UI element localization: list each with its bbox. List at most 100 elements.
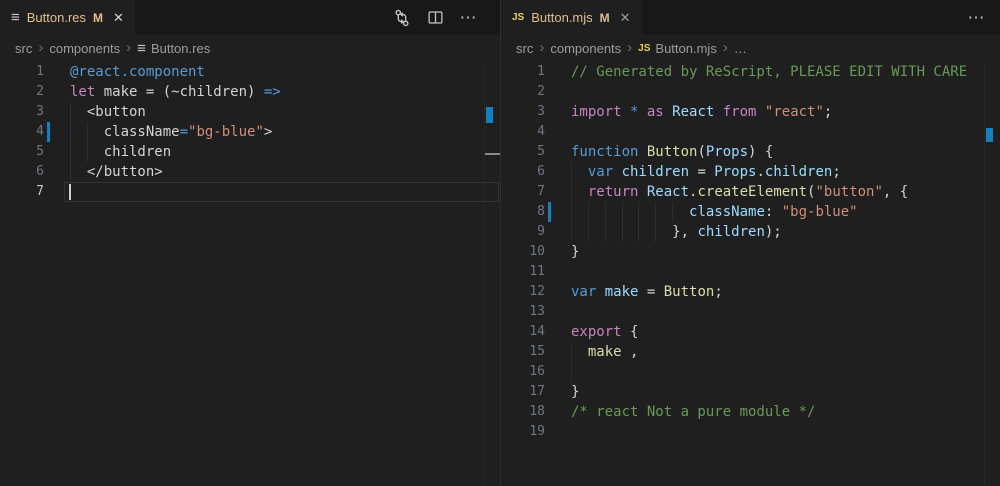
tab-button-res[interactable]: ≡ Button.res M ✕ — [0, 0, 135, 35]
code-line[interactable]: 5 children — [0, 142, 500, 162]
line-number: 6 — [0, 162, 44, 182]
line-number: 4 — [0, 122, 44, 142]
code-line[interactable]: 9 }, children); — [501, 222, 1000, 242]
code-line[interactable]: 12var make = Button; — [501, 282, 1000, 302]
code-line[interactable]: 16 — [501, 362, 1000, 382]
code-line-content: /* react Not a pure module */ — [571, 402, 815, 422]
code-line-content: function Button(Props) { — [571, 142, 773, 162]
tab-bar-right: JS Button.mjs M ✕ ⋯ — [501, 0, 1000, 35]
code-line[interactable]: 10} — [501, 242, 1000, 262]
code-token: ; — [832, 164, 840, 180]
close-icon[interactable]: ✕ — [620, 11, 631, 24]
line-number: 10 — [501, 242, 545, 262]
tab-button-mjs[interactable]: JS Button.mjs M ✕ — [501, 0, 642, 35]
code-line[interactable]: 14export { — [501, 322, 1000, 342]
code-token: { — [630, 324, 638, 340]
open-changes-icon[interactable] — [392, 8, 412, 28]
code-line-content: className="bg-blue"> — [70, 122, 272, 142]
code-line[interactable]: 3import * as React from "react"; — [501, 102, 1000, 122]
code-token: = — [697, 164, 714, 180]
code-line[interactable]: 7 return React.createElement("button", { — [501, 182, 1000, 202]
breadcrumb-item-components[interactable]: components — [550, 41, 621, 56]
code-line[interactable]: 15 make , — [501, 342, 1000, 362]
code-line[interactable]: 2let make = (~children) => — [0, 82, 500, 102]
code-line[interactable]: 17} — [501, 382, 1000, 402]
indent-guide — [622, 202, 623, 222]
code-line[interactable]: 11 — [501, 262, 1000, 282]
overview-ruler-right[interactable] — [984, 62, 1000, 486]
code-token — [571, 164, 588, 180]
breadcrumb-item-components[interactable]: components — [49, 41, 120, 56]
code-token: * — [630, 104, 647, 120]
indent-guide — [638, 202, 639, 222]
more-actions-icon[interactable]: ⋯ — [966, 8, 986, 28]
code-line-content: children — [70, 142, 171, 162]
code-token: = — [180, 124, 188, 140]
line-number: 14 — [501, 322, 545, 342]
indent-guide — [70, 142, 71, 162]
code-line[interactable]: 4 — [501, 122, 1000, 142]
overview-ruler-left[interactable] — [484, 62, 500, 486]
more-actions-icon[interactable]: ⋯ — [458, 8, 478, 28]
code-token: make = (~children) — [104, 84, 264, 100]
code-token: return — [588, 184, 647, 200]
code-token: children — [622, 164, 698, 180]
code-line[interactable]: 7 — [0, 182, 500, 202]
code-line[interactable]: 4 className="bg-blue"> — [0, 122, 500, 142]
editor-actions-left: ⋯ — [392, 0, 478, 35]
overview-modified-marker — [986, 128, 993, 142]
code-token: make — [605, 284, 647, 300]
indent-guide — [571, 202, 572, 222]
code-token: , { — [883, 184, 908, 200]
code-line-content: } — [571, 242, 579, 262]
code-line[interactable]: 2 — [501, 82, 1000, 102]
code-line[interactable]: 19 — [501, 422, 1000, 442]
editor-pane-left: ≡ Button.res M ✕ — [0, 0, 500, 486]
code-token: // Generated by ReScript, PLEASE EDIT WI… — [571, 64, 967, 80]
line-number: 12 — [501, 282, 545, 302]
indent-guide — [655, 202, 656, 222]
split-editor-icon[interactable] — [425, 8, 445, 28]
indent-guide — [87, 122, 88, 142]
code-line[interactable]: 1@react.component — [0, 62, 500, 82]
breadcrumb-item-file[interactable]: Button.mjs — [655, 41, 716, 56]
code-token: as — [647, 104, 672, 120]
code-line[interactable]: 8 className: "bg-blue" — [501, 202, 1000, 222]
code-editor-right[interactable]: 1// Generated by ReScript, PLEASE EDIT W… — [501, 62, 1000, 486]
line-number: 17 — [501, 382, 545, 402]
code-line[interactable]: 3 <button — [0, 102, 500, 122]
indent-guide — [70, 102, 71, 122]
indent-guide — [655, 222, 656, 242]
overview-cursor-marker — [485, 153, 500, 155]
overview-modified-marker — [486, 107, 493, 123]
breadcrumb-item-src[interactable]: src — [516, 41, 533, 56]
code-token: ( — [697, 144, 705, 160]
indent-guide — [571, 342, 572, 362]
code-editor-left[interactable]: 1@react.component2let make = (~children)… — [0, 62, 500, 486]
code-token: ; — [714, 284, 722, 300]
code-line[interactable]: 18 /* react Not a pure module */ — [501, 402, 1000, 422]
code-line-content: </button> — [70, 162, 163, 182]
line-number: 18 — [501, 402, 545, 422]
chevron-right-icon: › — [539, 40, 544, 55]
line-number: 2 — [0, 82, 44, 102]
code-line[interactable]: 1// Generated by ReScript, PLEASE EDIT W… — [501, 62, 1000, 82]
breadcrumb-item-file[interactable]: Button.res — [151, 41, 210, 56]
code-token: React — [647, 184, 689, 200]
line-number: 8 — [501, 202, 545, 222]
breadcrumb-left: src › components › ≡ Button.res — [0, 35, 500, 62]
breadcrumb-item-src[interactable]: src — [15, 41, 32, 56]
code-token: }, — [571, 224, 697, 240]
breadcrumb-item-overflow[interactable]: … — [734, 41, 747, 56]
code-line[interactable]: 6 </button> — [0, 162, 500, 182]
code-line-content: var children = Props.children; — [571, 162, 841, 182]
line-number: 9 — [501, 222, 545, 242]
line-number: 5 — [0, 142, 44, 162]
close-icon[interactable]: ✕ — [113, 11, 124, 24]
code-line[interactable]: 6 var children = Props.children; — [501, 162, 1000, 182]
code-line[interactable]: 13 — [501, 302, 1000, 322]
code-line[interactable]: 5function Button(Props) { — [501, 142, 1000, 162]
gutter-modified-indicator — [548, 202, 551, 222]
line-number: 2 — [501, 82, 545, 102]
tab-title: Button.res — [27, 10, 86, 25]
